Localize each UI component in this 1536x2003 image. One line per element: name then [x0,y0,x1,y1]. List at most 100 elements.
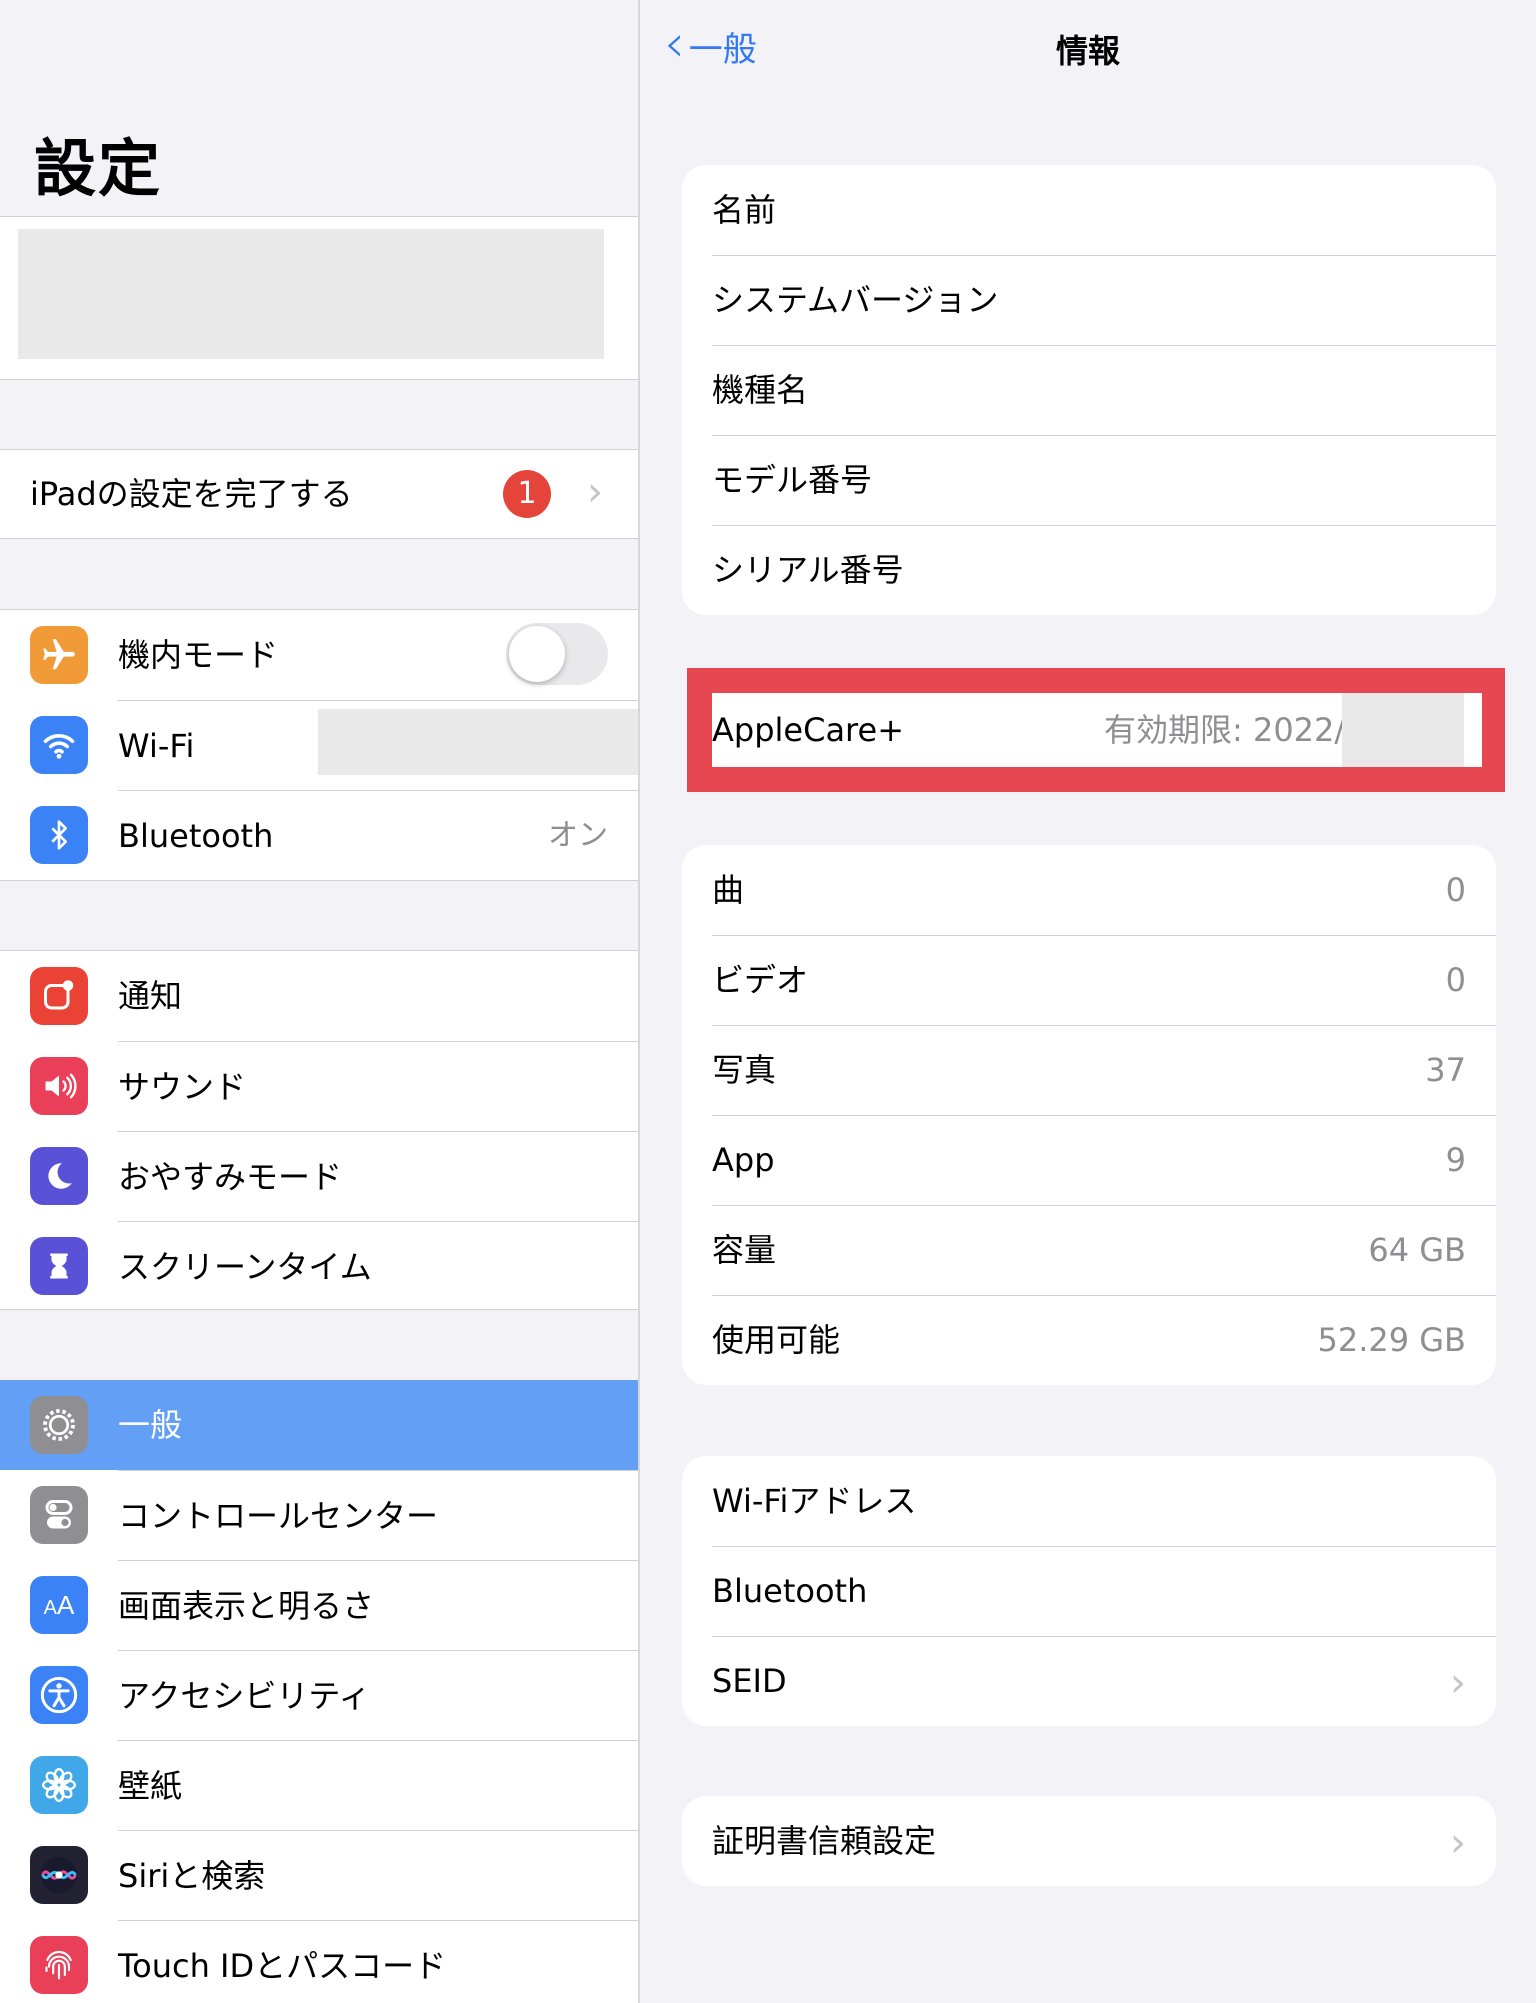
notification-badge: 1 [503,470,551,518]
applecare-highlight-box: AppleCare+ 有効期限: 2022/ [687,668,1505,792]
redacted-profile-area [18,229,604,359]
info-row-model-number[interactable]: モデル番号 [682,435,1496,525]
info-row-label: 名前 [712,191,777,229]
accessibility-icon [30,1666,88,1724]
info-row-label: 証明書信頼設定 [712,1822,937,1860]
info-row-available: 使用可能 52.29 GB [682,1295,1496,1385]
info-row-value: 9 [1445,1141,1466,1179]
sidebar-item-label: 壁紙 [118,1767,183,1805]
info-row-songs: 曲 0 [682,845,1496,935]
certificate-trust-settings-row[interactable]: 証明書信頼設定 › [682,1796,1496,1886]
settings-sidebar: 設定 iPadの設定を完了する 1 › 機内モード Wi-Fi Bluetoot… [0,0,640,2003]
siri-icon [30,1846,88,1904]
sidebar-item-label: Touch IDとパスコード [118,1947,447,1985]
sidebar-item-touch-id-passcode[interactable]: Touch IDとパスコード [0,1920,638,2003]
sidebar-item-wifi[interactable]: Wi-Fi [0,700,638,790]
info-row-serial-number[interactable]: シリアル番号 [682,525,1496,615]
sidebar-item-label: おやすみモード [118,1158,343,1196]
certificate-card: 証明書信頼設定 › [682,1796,1496,1886]
info-row-label: 写真 [712,1051,777,1089]
info-row-label: App [712,1141,775,1179]
info-row-label: 使用可能 [712,1321,841,1359]
sidebar-item-label: 通知 [118,977,183,1015]
gear-icon [30,1396,88,1454]
sidebar-item-label: Siriと検索 [118,1857,266,1895]
bluetooth-icon [30,806,88,864]
moon-icon [30,1147,88,1205]
sidebar-item-label: スクリーンタイム [118,1248,372,1286]
sidebar-item-siri-search[interactable]: Siriと検索 [0,1830,638,1920]
info-row-label: 容量 [712,1231,777,1269]
sidebar-item-notifications[interactable]: 通知 [0,951,638,1041]
wifi-icon [30,716,88,774]
sidebar-item-bluetooth[interactable]: Bluetooth オン [0,790,638,880]
flower-icon [30,1756,88,1814]
sidebar-item-display-brightness[interactable]: AA 画面表示と明るさ [0,1560,638,1650]
chevron-right-icon: › [1450,1820,1466,1866]
fingerprint-icon [30,1936,88,1994]
info-row-value: 0 [1445,871,1466,909]
airplane-icon [30,626,88,684]
sidebar-item-wallpaper[interactable]: 壁紙 [0,1740,638,1830]
sidebar-item-label: サウンド [118,1068,247,1106]
sidebar-item-screen-time[interactable]: スクリーンタイム [0,1221,638,1311]
applecare-label: AppleCare+ [712,711,904,749]
sidebar-title: 設定 [34,132,163,205]
sidebar-item-sounds[interactable]: サウンド [0,1041,638,1131]
page-title: 情報 [1055,32,1120,70]
info-row-model-name[interactable]: 機種名 [682,345,1496,435]
general-group: 一般 コントロールセンター AA 画面表示と明るさ アクセシビリティ 壁紙 Si… [0,1380,638,2003]
sidebar-item-label: 画面表示と明るさ [118,1587,375,1625]
sidebar-item-airplane-mode[interactable]: 機内モード [0,610,638,700]
info-row-videos: ビデオ 0 [682,935,1496,1025]
text-size-icon: AA [30,1576,88,1634]
hourglass-icon [30,1237,88,1295]
sidebar-item-label: 機内モード [118,636,279,674]
info-row-wifi-address[interactable]: Wi-Fiアドレス [682,1456,1496,1546]
finish-setup-label: iPadの設定を完了する [30,475,353,513]
info-row-label: シリアル番号 [712,551,904,589]
info-row-capacity: 容量 64 GB [682,1205,1496,1295]
bluetooth-status: オン [548,818,608,853]
info-row-label: 曲 [712,871,745,909]
connectivity-group: 機内モード Wi-Fi Bluetooth オン [0,609,638,881]
info-row-seid[interactable]: SEID › [682,1636,1496,1726]
info-row-bluetooth[interactable]: Bluetooth [682,1546,1496,1636]
sidebar-item-label: Wi-Fi [118,727,195,765]
info-row-name[interactable]: 名前 [682,165,1496,255]
info-row-label: モデル番号 [712,461,873,499]
info-row-value: 37 [1425,1051,1466,1089]
chevron-right-icon: › [1450,1660,1466,1706]
info-row-label: Bluetooth [712,1572,868,1610]
setup-group: iPadの設定を完了する 1 › [0,449,638,539]
about-detail-pane: ‹ 一般 情報 名前 システムバージョン 機種名 モデル番号 シリアル番号 Ap… [640,0,1536,2003]
info-row-photos: 写真 37 [682,1025,1496,1115]
applecare-row[interactable]: AppleCare+ 有効期限: 2022/ [712,693,1482,767]
sidebar-item-label: 一般 [118,1406,183,1444]
info-row-system-version[interactable]: システムバージョン [682,255,1496,345]
notifications-group: 通知 サウンド おやすみモード スクリーンタイム [0,950,638,1311]
info-row-label: Wi-Fiアドレス [712,1482,917,1520]
sidebar-item-general[interactable]: 一般 [0,1380,638,1470]
sidebar-item-label: Bluetooth [118,817,274,855]
toggles-icon [30,1486,88,1544]
info-row-value: 64 GB [1368,1231,1466,1269]
applecare-expiry: 有効期限: 2022/ [1104,711,1346,749]
finish-setup-row[interactable]: iPadの設定を完了する 1 › [0,450,638,538]
sidebar-item-label: コントロールセンター [118,1497,439,1535]
sidebar-item-accessibility[interactable]: アクセシビリティ [0,1650,638,1740]
info-row-label: 機種名 [712,371,809,409]
sidebar-item-label: アクセシビリティ [118,1677,371,1715]
info-row-value: 0 [1445,961,1466,999]
apple-id-profile[interactable] [0,216,638,380]
speaker-icon [30,1057,88,1115]
redacted-network-name [318,709,638,775]
airplane-mode-toggle[interactable] [506,623,608,685]
notifications-icon [30,967,88,1025]
sidebar-item-do-not-disturb[interactable]: おやすみモード [0,1131,638,1221]
sidebar-item-control-center[interactable]: コントロールセンター [0,1470,638,1560]
redacted-expiry-date [1342,693,1464,767]
media-stats-card: 曲 0 ビデオ 0 写真 37 App 9 容量 64 GB 使用可能 52.2… [682,845,1496,1385]
info-row-apps: App 9 [682,1115,1496,1205]
device-identity-card: 名前 システムバージョン 機種名 モデル番号 シリアル番号 [682,165,1496,615]
